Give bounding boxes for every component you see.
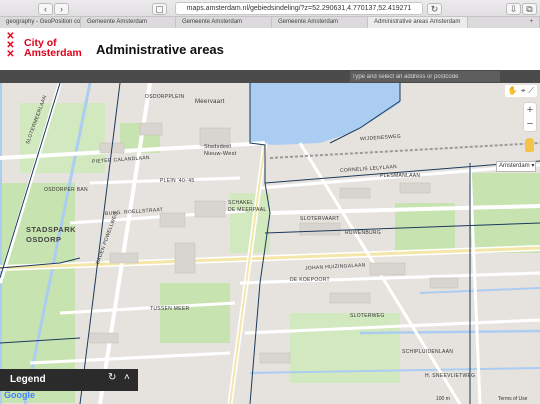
downloads-icon[interactable]: ⇩ — [506, 3, 521, 15]
map-label-plein-40-45: PLEIN '40-'45 — [160, 178, 195, 184]
xxx-mark-icon: ✕ — [6, 49, 15, 60]
back-button[interactable]: ‹ — [38, 3, 53, 15]
map-label-osdorper-ban: OSDORPER BAN — [44, 187, 88, 193]
reload-icon[interactable]: ↻ — [427, 3, 442, 15]
park-area — [160, 283, 230, 343]
map-view[interactable]: STADSPARK OSDORP Meervaart Stadsdeel Nie… — [0, 83, 540, 404]
legend-title: Legend — [10, 374, 46, 385]
park-area — [470, 173, 540, 253]
map-scale: 100 m — [436, 396, 450, 402]
browser-chrome: ‹ › ▢ maps.amsterdam.nl/gebiedsindeling/… — [0, 0, 540, 29]
hand-icon[interactable]: ✋ — [508, 86, 518, 96]
zoom-in-button[interactable]: + — [524, 103, 536, 117]
terms-link[interactable]: Terms of Use — [498, 396, 527, 402]
tabs-overview-icon[interactable]: ⧉ — [522, 3, 537, 15]
url-bar[interactable]: maps.amsterdam.nl/gebiedsindeling/?z=52.… — [175, 2, 423, 15]
map-label-h-sneevlietweg: H. SNEEVLIETWEG — [425, 373, 476, 379]
search-bar — [0, 70, 540, 83]
google-logo-text: Google — [4, 390, 35, 400]
map-label-sloterweg: SLOTERWEG — [350, 313, 385, 319]
map-label-meervaart: Meervaart — [195, 99, 225, 105]
zoom-out-button[interactable]: − — [524, 117, 536, 131]
page-header: ✕ ✕ ✕ City of Amsterdam Administrative a… — [0, 28, 540, 70]
map-label-de-meerpaal: DE MEERPAAL — [228, 207, 267, 213]
address-search-input[interactable] — [350, 71, 500, 82]
map-label-de-koepoort: DE KOEPOORT — [290, 277, 330, 283]
page-title: Administrative areas — [96, 42, 224, 57]
map-label-ruwenburg: RUWENBURG — [345, 230, 382, 236]
pin-icon[interactable]: ⌖ — [521, 86, 526, 96]
map-toolbar: ✋ ⌖ ⟋ — [504, 85, 537, 97]
forward-button[interactable]: › — [54, 3, 69, 15]
map-label-schipluidenlaan: SCHIPLUIDENLAAN — [402, 349, 454, 355]
legend-panel[interactable]: Legend ↻ ˄ — [0, 369, 138, 391]
amsterdam-logo[interactable]: ✕ ✕ ✕ City of Amsterdam — [6, 32, 81, 60]
refresh-icon[interactable]: ↻ — [108, 372, 116, 383]
collapse-icon[interactable]: ˄ — [124, 372, 130, 383]
street-view-pegman-icon[interactable] — [525, 138, 534, 152]
map-label-schakel: SCHAKEL — [228, 200, 254, 206]
google-logo[interactable]: Google — [4, 390, 35, 400]
tab-bar: geography - GeoPosition coordina... Geme… — [0, 16, 540, 29]
map-label-stadsdeel: Stadsdeel — [204, 144, 232, 150]
logo-text: City of Amsterdam — [24, 38, 82, 59]
map-label-stadspark: STADSPARK — [26, 225, 77, 234]
ruler-icon[interactable]: ⟋ — [528, 86, 534, 96]
map-label-nieuw-west: Nieuw-West — [204, 151, 237, 157]
map-label-osdorp: OSDORP — [26, 235, 62, 244]
region-select-value: Amsterdam — [499, 163, 530, 169]
zoom-control: + − — [524, 103, 536, 131]
region-select[interactable]: Amsterdam ▾ — [496, 161, 536, 172]
share-icon[interactable]: ▢ — [152, 3, 167, 15]
map-canvas[interactable] — [0, 83, 540, 404]
map-label-plesmanlaan: PLESMANLAAN — [380, 173, 421, 179]
map-label-slotervaart: SLOTERVAART — [300, 216, 340, 222]
map-label-tussen-meer: TUSSEN MEER — [150, 306, 190, 312]
logo-line-2: Amsterdam — [24, 47, 82, 59]
map-label-osdorpplein: OSDORPPLEIN — [145, 94, 185, 100]
